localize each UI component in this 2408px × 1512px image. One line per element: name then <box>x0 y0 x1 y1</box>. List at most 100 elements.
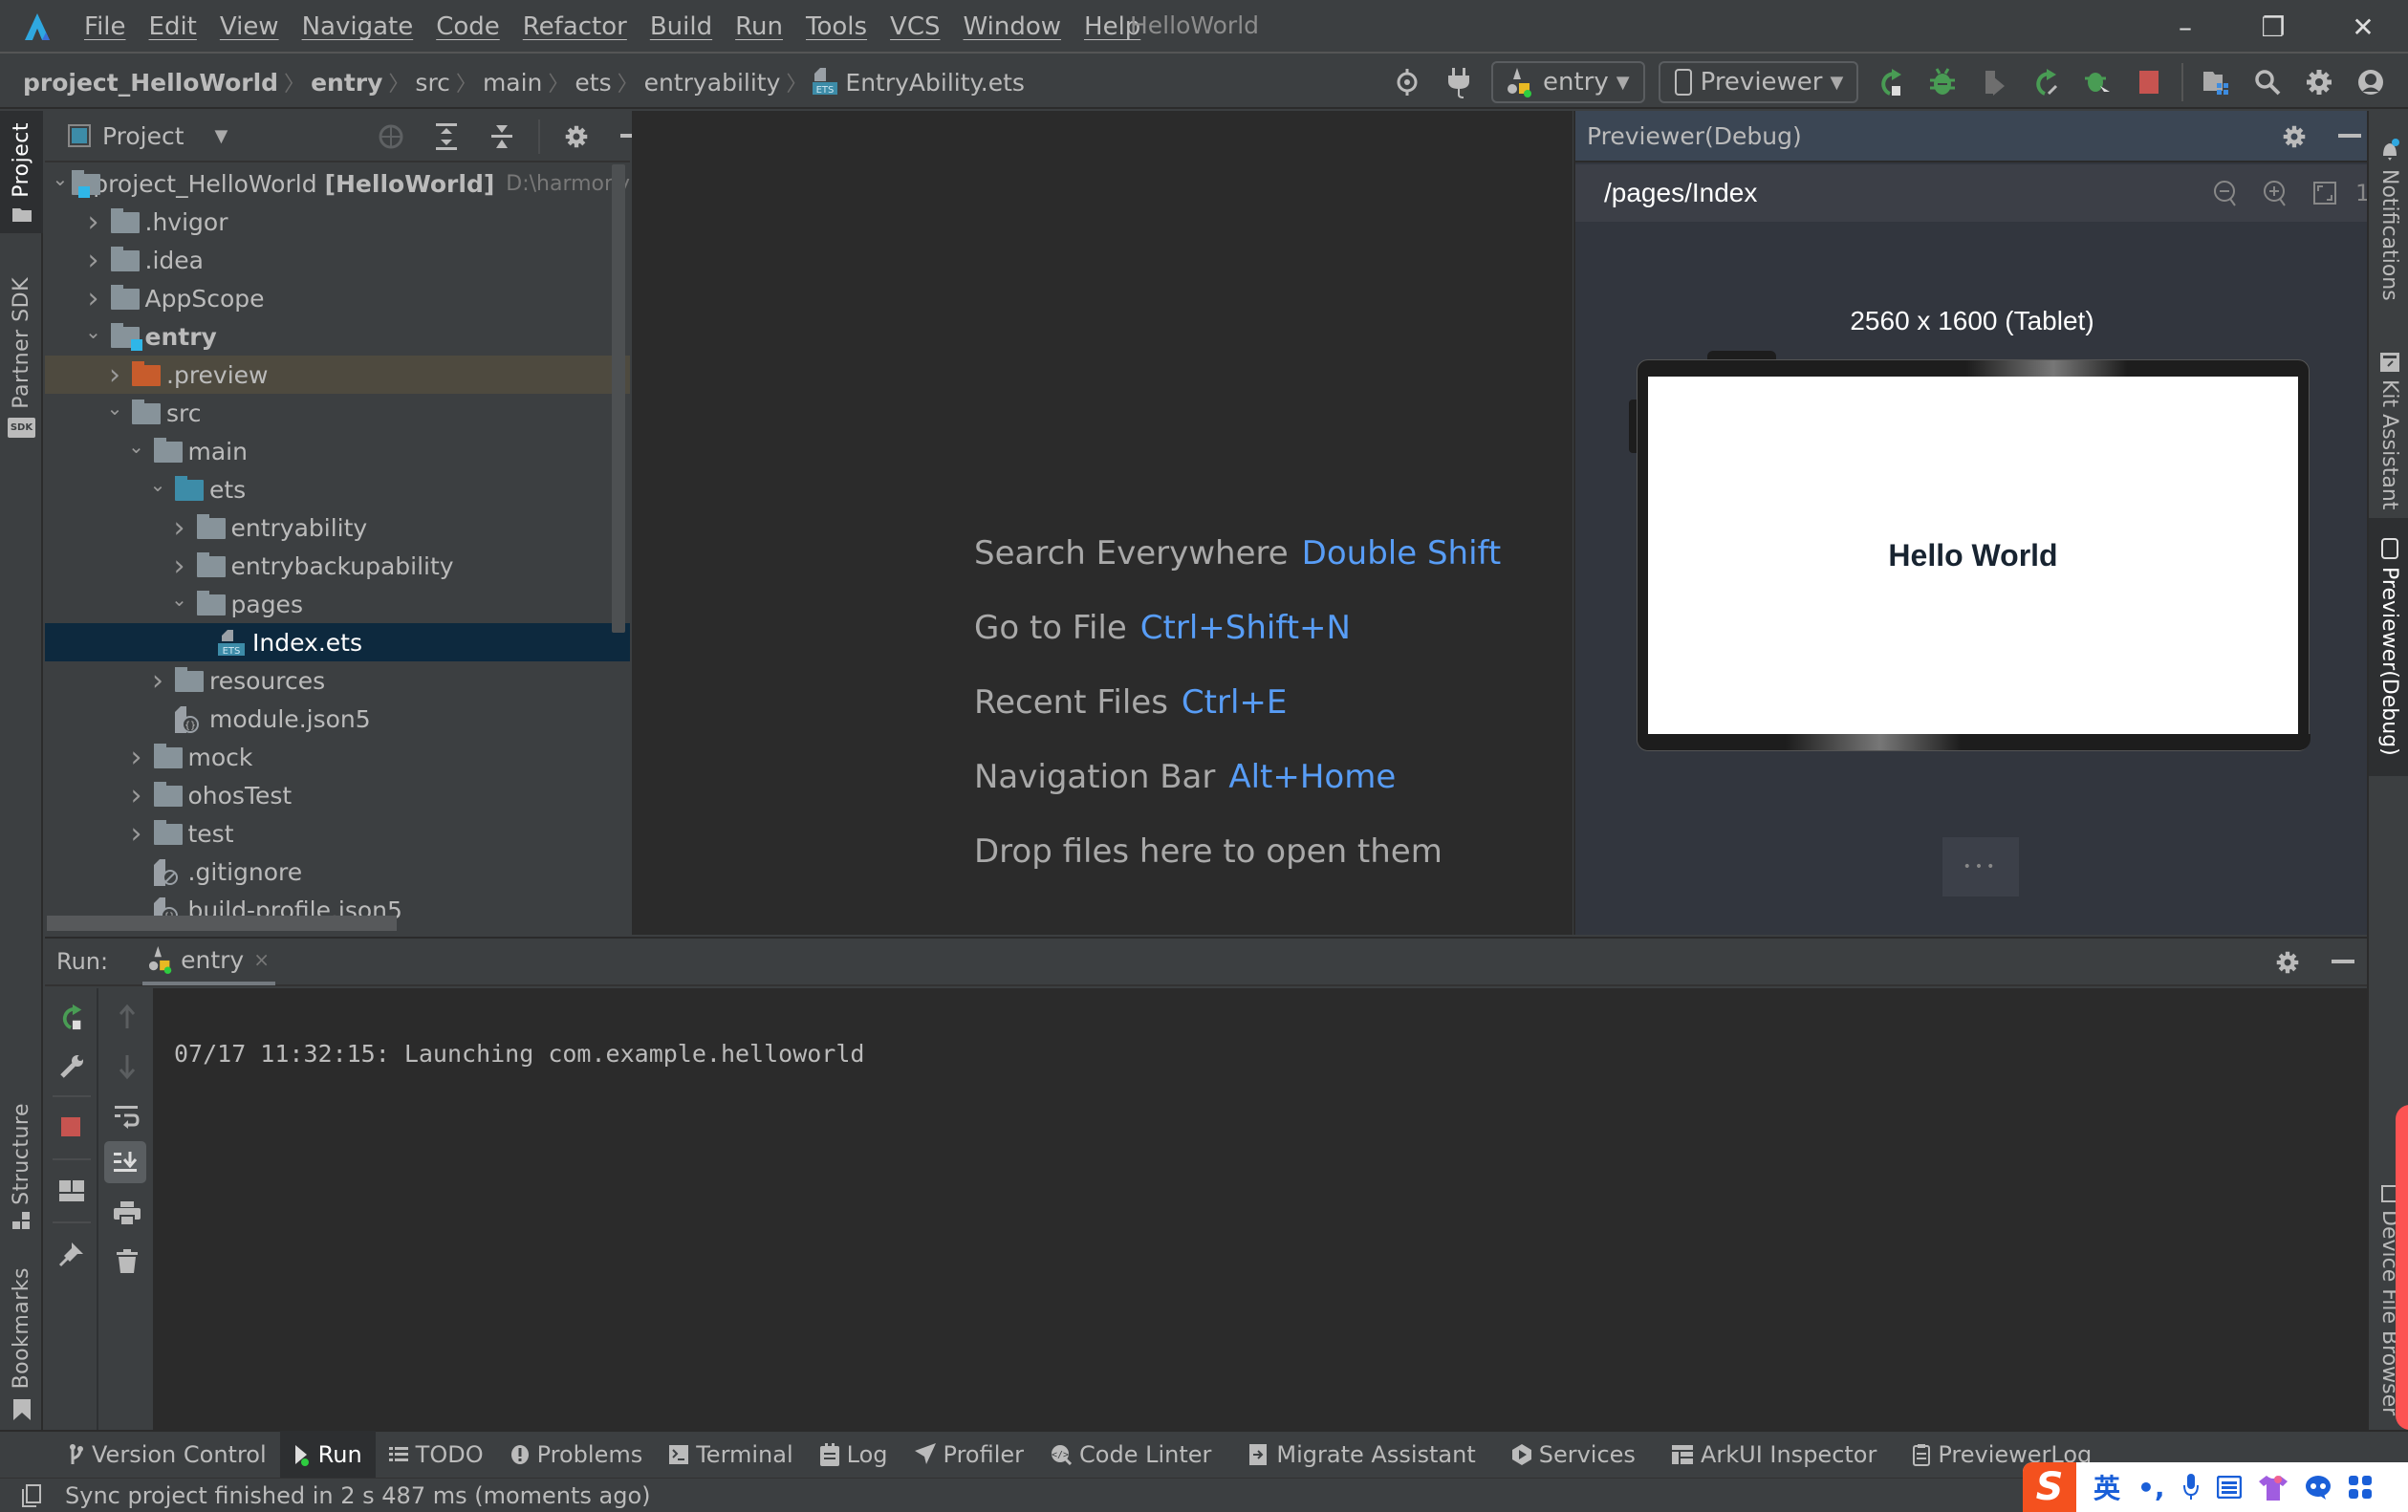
tree-item[interactable]: ETS Index.ets <box>45 623 630 661</box>
stop-icon[interactable] <box>53 1109 91 1147</box>
wrench-settings-icon[interactable] <box>53 1048 91 1086</box>
chevron-down-icon[interactable]: ⌄ <box>101 397 128 420</box>
tree-item[interactable]: {} module.json5 <box>45 700 630 738</box>
chevron-down-icon[interactable]: ⌄ <box>166 588 193 611</box>
tree-item[interactable]: › .hvigor <box>45 203 630 241</box>
layout-icon[interactable] <box>53 1172 91 1210</box>
breadcrumb-project[interactable]: project_HelloWorld <box>23 69 278 97</box>
menu-tools[interactable]: Tools <box>806 12 867 41</box>
project-view-dropdown[interactable]: Project ▼ <box>68 122 228 150</box>
arrow-down-icon[interactable] <box>108 1048 146 1086</box>
soft-wrap-icon[interactable] <box>108 1097 146 1135</box>
menu-refactor[interactable]: Refactor <box>523 12 627 41</box>
tool-tab-bookmarks[interactable]: Bookmarks <box>0 1258 43 1430</box>
tab-code-linter[interactable]: </> Code Linter <box>1037 1431 1225 1479</box>
chevron-right-icon[interactable]: › <box>80 282 107 315</box>
trash-icon[interactable] <box>108 1242 146 1281</box>
tree-item[interactable]: ⌄ project_HelloWorld [HelloWorld] D:\harmon… <box>45 164 630 203</box>
run-config-dropdown[interactable]: entry ▼ <box>1491 61 1645 103</box>
ime-language-toggle[interactable]: 英 <box>2093 1468 2120 1506</box>
tab-profiler[interactable]: Profiler <box>901 1431 1038 1479</box>
tool-tab-kit-assistant[interactable]: Kit Assistant <box>2369 331 2408 531</box>
expand-all-icon[interactable] <box>427 118 466 156</box>
tab-log[interactable]: Log <box>807 1431 901 1479</box>
chevron-right-icon[interactable]: › <box>123 779 150 812</box>
search-icon[interactable] <box>2248 63 2287 101</box>
tool-tab-structure[interactable]: Structure <box>0 1086 43 1248</box>
chevron-right-icon[interactable]: › <box>123 741 150 774</box>
chevron-right-icon[interactable]: › <box>166 550 193 583</box>
tree-item[interactable]: › resources <box>45 661 630 700</box>
breadcrumb-ets[interactable]: ets <box>575 69 611 97</box>
run-tab-entry[interactable]: entry × <box>142 938 275 985</box>
tab-terminal[interactable]: Terminal <box>656 1431 806 1479</box>
tree-item[interactable]: ⌄ ets <box>45 470 630 508</box>
menu-run[interactable]: Run <box>735 12 783 41</box>
tree-item[interactable]: ⌄ src <box>45 394 630 432</box>
assistant-bot-icon[interactable] <box>2305 1475 2332 1500</box>
locate-target-icon[interactable] <box>1388 63 1426 101</box>
settings-gear-icon[interactable] <box>557 118 596 156</box>
tree-item[interactable]: › ohosTest <box>45 776 630 814</box>
tab-migrate-assistant[interactable]: Migrate Assistant <box>1234 1431 1488 1479</box>
close-button[interactable]: ✕ <box>2317 0 2408 54</box>
breadcrumb-src[interactable]: src <box>415 69 450 97</box>
arrow-up-icon[interactable] <box>108 998 146 1036</box>
menu-build[interactable]: Build <box>650 12 712 41</box>
tree-item[interactable]: ⌄ entry <box>45 317 630 356</box>
breadcrumb-entryability[interactable]: entryability <box>644 69 781 97</box>
chevron-down-icon[interactable]: ⌄ <box>144 473 171 496</box>
tree-item[interactable]: ⌄ pages <box>45 585 630 623</box>
breadcrumb-entry[interactable]: entry <box>311 69 382 97</box>
more-options-button[interactable]: ••• <box>1942 837 2019 896</box>
tool-tab-partner-sdk[interactable]: Partner SDK SDK <box>0 262 43 453</box>
close-tab-icon[interactable]: × <box>253 948 270 971</box>
sogou-logo-icon[interactable]: S <box>2023 1462 2076 1512</box>
debug-restart-icon[interactable] <box>2078 63 2116 101</box>
menu-window[interactable]: Window <box>964 12 1062 41</box>
settings-gear-icon[interactable] <box>2300 63 2338 101</box>
fit-screen-icon[interactable] <box>2306 174 2344 212</box>
select-opened-file-icon[interactable] <box>372 118 410 156</box>
device-plug-icon[interactable] <box>1440 63 1478 101</box>
pin-icon[interactable] <box>53 1235 91 1273</box>
tree-vertical-scrollbar[interactable] <box>612 164 625 633</box>
tree-item[interactable]: .gitignore <box>45 853 630 891</box>
chevron-right-icon[interactable]: › <box>123 817 150 851</box>
chevron-down-icon[interactable]: ⌄ <box>123 435 150 458</box>
tree-item[interactable]: › entryability <box>45 508 630 547</box>
tree-item[interactable]: ⌄ main <box>45 432 630 470</box>
ime-punctuation-toggle[interactable]: •, <box>2137 1472 2165 1503</box>
editor-empty-area[interactable]: Search Everywhere Double Shift Go to File… <box>632 111 1573 935</box>
project-structure-icon[interactable] <box>2197 63 2235 101</box>
tab-run[interactable]: Run <box>279 1431 376 1479</box>
chevron-down-icon[interactable]: ⌄ <box>80 320 107 343</box>
floating-assistant-handle[interactable] <box>2396 1105 2408 1430</box>
device-screen[interactable]: Hello World <box>1648 377 2298 734</box>
microphone-icon[interactable] <box>2182 1474 2200 1501</box>
menu-code[interactable]: Code <box>436 12 500 41</box>
tree-item[interactable]: › AppScope <box>45 279 630 317</box>
tool-tab-project[interactable]: Project <box>0 111 43 233</box>
tree-horizontal-scrollbar[interactable] <box>47 916 397 931</box>
attach-debugger-icon[interactable] <box>1975 63 2013 101</box>
tool-tab-previewer-debug[interactable]: Previewer(Debug) <box>2369 518 2408 776</box>
chevron-right-icon[interactable]: › <box>144 664 171 698</box>
rerun-icon[interactable] <box>53 998 91 1036</box>
hide-panel-icon[interactable] <box>2324 943 2362 982</box>
rerun-icon[interactable] <box>1872 63 1910 101</box>
breadcrumb-main[interactable]: main <box>483 69 542 97</box>
tool-tab-notifications[interactable]: Notifications <box>2369 124 2408 315</box>
tree-item[interactable]: › .preview <box>45 356 630 394</box>
tree-item[interactable]: › entrybackupability <box>45 547 630 585</box>
chevron-right-icon[interactable]: › <box>80 244 107 277</box>
account-avatar-icon[interactable] <box>2352 63 2390 101</box>
stop-icon[interactable] <box>2130 63 2168 101</box>
menu-edit[interactable]: Edit <box>149 12 197 41</box>
tree-item[interactable]: › test <box>45 814 630 853</box>
minimize-button[interactable]: – <box>2139 0 2231 54</box>
toggle-tool-windows-icon[interactable] <box>21 1483 42 1507</box>
tab-services[interactable]: Services <box>1499 1431 1649 1479</box>
settings-gear-icon[interactable] <box>2275 118 2313 156</box>
hide-panel-icon[interactable] <box>2331 118 2369 156</box>
